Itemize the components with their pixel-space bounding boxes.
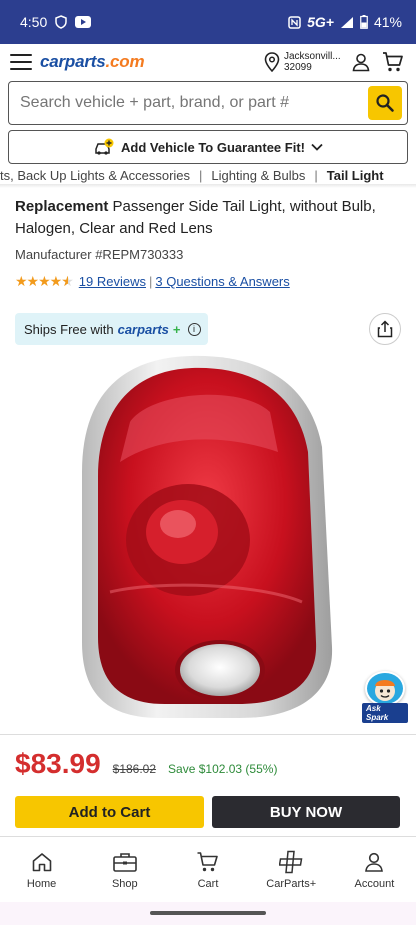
logo-suffix: .com	[105, 52, 145, 71]
breadcrumb-separator: |	[199, 167, 203, 183]
cart-icon	[195, 849, 221, 875]
add-vehicle-label: Add Vehicle To Guarantee Fit!	[121, 139, 305, 155]
search-bar	[8, 81, 408, 125]
breadcrumb: ts, Back Up Lights & Accessories | Light…	[0, 165, 416, 185]
breadcrumb-item[interactable]: Lighting & Bulbs	[211, 168, 305, 183]
nav-shop-label: Shop	[111, 878, 138, 890]
nav-account-label: Account	[354, 878, 395, 890]
add-vehicle-button[interactable]: Add Vehicle To Guarantee Fit!	[8, 130, 408, 164]
breadcrumb-divider	[0, 184, 416, 188]
carparts-plus-brand: carparts	[117, 321, 169, 337]
add-vehicle-icon	[95, 138, 114, 155]
bottom-navigation: Home Shop Cart CarParts+ Account	[0, 836, 416, 902]
location-selector[interactable]: Jacksonvill... 32099	[264, 51, 342, 73]
nav-cart[interactable]: Cart	[166, 837, 249, 902]
breadcrumb-item[interactable]: ts, Back Up Lights & Accessories	[0, 168, 190, 183]
search-icon	[376, 94, 394, 112]
battery-icon	[360, 15, 368, 29]
carparts-plus-icon	[278, 849, 304, 875]
share-button[interactable]	[369, 313, 401, 345]
rating-separator: |	[148, 274, 153, 289]
nav-shop[interactable]: Shop	[83, 837, 166, 902]
cart-icon[interactable]	[380, 49, 406, 75]
section-divider	[0, 734, 416, 735]
ask-spark-label: Ask Spark	[362, 703, 408, 723]
buy-now-button[interactable]: BUY NOW	[212, 796, 400, 828]
original-price: $186.02	[112, 762, 157, 776]
nav-account[interactable]: Account	[333, 837, 416, 902]
status-bar: 4:50 5G+ 41%	[0, 0, 416, 44]
home-icon	[29, 849, 55, 875]
map-pin-icon	[264, 52, 280, 72]
current-price: $83.99	[15, 748, 101, 779]
carparts-logo[interactable]: carparts.com	[40, 52, 145, 72]
shield-icon	[55, 15, 67, 29]
ask-spark-button[interactable]: Ask Spark	[362, 671, 408, 723]
youtube-icon	[75, 16, 92, 28]
account-icon	[361, 849, 387, 875]
logo-main: carparts	[40, 52, 106, 71]
nav-home-label: Home	[26, 878, 57, 890]
signal-icon	[340, 16, 354, 29]
star-rating: ★★★★★ ★	[15, 273, 74, 289]
location-city: Jacksonvill...	[284, 51, 341, 62]
location-zip: 32099	[284, 62, 312, 73]
ships-free-badge[interactable]: Ships Free with carparts + i	[15, 313, 208, 345]
product-title: Replacement Passenger Side Tail Light, w…	[15, 196, 405, 240]
product-title-bold: Replacement	[15, 198, 109, 215]
toolbox-icon	[112, 849, 138, 875]
breadcrumb-current: Tail Light	[326, 167, 384, 183]
nfc-icon	[288, 15, 301, 29]
price-row: $83.99 $186.02 Save $102.03 (55%)	[15, 748, 277, 780]
rating-row: ★★★★★ ★ 19 Reviews | 3 Questions & Answer…	[15, 273, 290, 290]
nav-home[interactable]: Home	[0, 837, 83, 902]
add-to-cart-button[interactable]: Add to Cart	[15, 796, 204, 828]
gesture-handle[interactable]	[150, 911, 266, 915]
search-button[interactable]	[368, 86, 402, 120]
network-label: 5G+	[307, 14, 334, 30]
info-icon[interactable]: i	[187, 322, 201, 336]
nav-cart-label: Cart	[197, 878, 219, 890]
app-header: carparts.com Jacksonvill... 32099	[0, 44, 416, 80]
account-icon[interactable]	[348, 49, 374, 75]
nav-carparts-plus-label: CarParts+	[266, 878, 317, 890]
spark-mascot-icon	[365, 671, 405, 706]
qa-link[interactable]: 3 Questions & Answers	[155, 274, 289, 289]
breadcrumb-separator: |	[314, 167, 318, 183]
nav-carparts-plus[interactable]: CarParts+	[250, 837, 333, 902]
manufacturer-number: Manufacturer #REPM730333	[15, 247, 184, 262]
status-time: 4:50	[20, 14, 48, 30]
ships-free-prefix: Ships Free with	[24, 321, 114, 337]
product-image[interactable]	[70, 352, 342, 722]
search-input[interactable]	[9, 82, 368, 124]
hamburger-menu-icon[interactable]	[10, 54, 32, 70]
savings-label: Save $102.03 (55%)	[168, 762, 278, 776]
reviews-link[interactable]: 19 Reviews	[79, 274, 146, 289]
battery-level: 41%	[373, 14, 402, 30]
share-icon	[377, 320, 393, 338]
chevron-down-icon	[311, 143, 323, 151]
plus-mark: +	[172, 321, 181, 337]
